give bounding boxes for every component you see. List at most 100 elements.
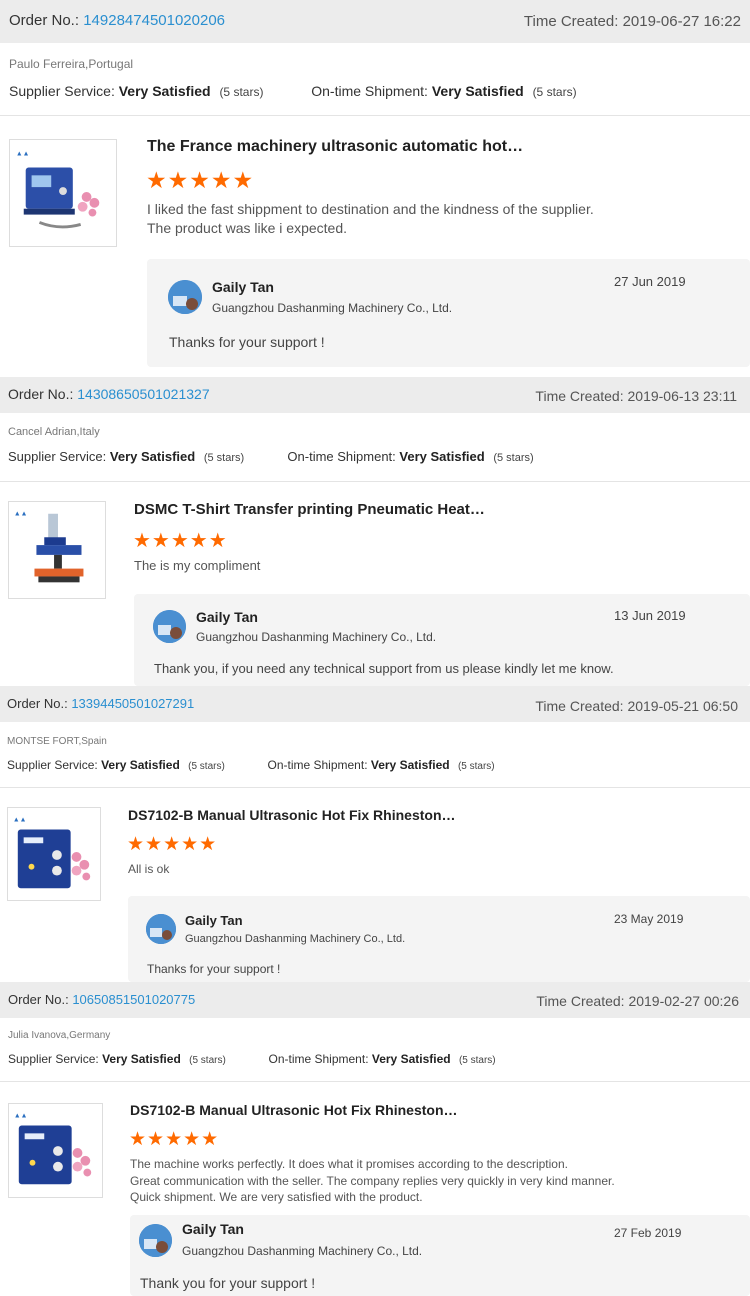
supplier-service-stars: (5 stars) xyxy=(189,1055,226,1066)
order-number-link[interactable]: 14308650501021327 xyxy=(77,386,209,402)
supplier-service-stars: (5 stars) xyxy=(188,761,225,772)
review-text: The is my compliment xyxy=(134,558,261,573)
supplier-service-value: Very Satisfied xyxy=(101,758,180,772)
product-thumbnail[interactable]: ▲▲ xyxy=(9,139,117,247)
order-card: Order No.: 14928474501020206 Time Create… xyxy=(0,0,750,377)
product-thumbnail[interactable]: ▲▲ xyxy=(7,807,101,901)
supplier-service-value: Very Satisfied xyxy=(102,1052,181,1066)
supplier-reply: Gaily Tan Guangzhou Dashanming Machinery… xyxy=(128,896,750,982)
ontime-shipment-stars: (5 stars) xyxy=(458,1055,496,1066)
svg-text:▲▲: ▲▲ xyxy=(14,1113,28,1120)
ontime-shipment-value: Very Satisfied xyxy=(371,1052,451,1066)
time-created-label: Time Created: xyxy=(535,388,624,404)
rating-stars: ★★★★★ xyxy=(133,530,228,552)
order-no-label: Order No.: xyxy=(8,992,69,1007)
order-header: Order No.: 10650851501020775 Time Create… xyxy=(0,982,750,1018)
buyer-name: Cancel Adrian,Italy xyxy=(8,426,100,438)
reply-author-name: Gaily Tan xyxy=(212,279,274,295)
ontime-shipment-label: On-time Shipment: xyxy=(311,83,428,99)
svg-text:▲▲: ▲▲ xyxy=(13,817,27,824)
product-title-link[interactable]: The France machinery ultrasonic automati… xyxy=(147,138,523,156)
supplier-reply: Gaily Tan Guangzhou Dashanming Machinery… xyxy=(147,259,750,367)
order-no-label: Order No.: xyxy=(8,386,74,402)
reply-company: Guangzhou Dashanming Machinery Co., Ltd. xyxy=(212,301,453,315)
supplier-ratings: Supplier Service: Very Satisfied (5 star… xyxy=(8,1052,496,1066)
time-created-value: 2019-06-13 23:11 xyxy=(627,388,738,404)
order-header: Order No.: 13394450501027291 Time Create… xyxy=(0,686,750,722)
order-number-link[interactable]: 10650851501020775 xyxy=(72,992,195,1007)
review-text: I liked the fast shippment to destinatio… xyxy=(147,201,594,236)
time-created-value: 2019-06-27 16:22 xyxy=(622,13,741,30)
supplier-service-label: Supplier Service: xyxy=(9,83,115,99)
rating-stars: ★★★★★ xyxy=(127,834,218,855)
order-number-link[interactable]: 14928474501020206 xyxy=(83,12,225,29)
review-text: All is ok xyxy=(128,862,170,876)
buyer-name: Julia Ivanova,Germany xyxy=(8,1030,111,1041)
supplier-service-label: Supplier Service: xyxy=(8,449,107,464)
ultrasonic-machine-image: ▲▲ xyxy=(16,151,100,229)
time-created-value: 2019-05-21 06:50 xyxy=(627,698,738,714)
product-thumbnail[interactable]: ▲▲ xyxy=(8,501,106,599)
supplier-ratings: Supplier Service: Very Satisfied (5 star… xyxy=(9,83,577,99)
supplier-service-stars: (5 stars) xyxy=(219,85,264,99)
reply-author-name: Gaily Tan xyxy=(182,1221,244,1237)
reply-date: 27 Feb 2019 xyxy=(614,1226,682,1240)
ontime-shipment-value: Very Satisfied xyxy=(431,83,524,99)
product-title-link[interactable]: DS7102-B Manual Ultrasonic Hot Fix Rhine… xyxy=(128,807,456,823)
product-title-link[interactable]: DS7102-B Manual Ultrasonic Hot Fix Rhine… xyxy=(130,1102,458,1118)
avatar xyxy=(153,610,186,643)
order-no-label: Order No.: xyxy=(9,12,80,29)
buyer-name: MONTSE FORT,Spain xyxy=(7,736,107,747)
ultrasonic-machine-image: ▲▲ xyxy=(14,1113,92,1185)
reply-date: 13 Jun 2019 xyxy=(614,608,686,623)
supplier-reply: Gaily Tan Guangzhou Dashanming Machinery… xyxy=(134,594,750,686)
time-created-value: 2019-02-27 00:26 xyxy=(628,993,739,1009)
order-card: Order No.: 14308650501021327 Time Create… xyxy=(0,377,750,686)
supplier-service-value: Very Satisfied xyxy=(118,83,211,99)
ontime-shipment-value: Very Satisfied xyxy=(370,758,450,772)
reply-text: Thank you, if you need any technical sup… xyxy=(154,661,614,676)
supplier-service-label: Supplier Service: xyxy=(8,1052,99,1066)
divider xyxy=(0,115,750,116)
supplier-service-stars: (5 stars) xyxy=(203,452,245,464)
supplier-service-label: Supplier Service: xyxy=(7,758,98,772)
ontime-shipment-value: Very Satisfied xyxy=(399,449,485,464)
reply-author-name: Gaily Tan xyxy=(196,609,258,625)
divider xyxy=(0,481,750,482)
product-title-link[interactable]: DSMC T-Shirt Transfer printing Pneumatic… xyxy=(134,501,485,518)
reply-company: Guangzhou Dashanming Machinery Co., Ltd. xyxy=(196,630,437,644)
reply-date: 27 Jun 2019 xyxy=(614,274,686,289)
time-created-label: Time Created: xyxy=(535,698,624,714)
order-header: Order No.: 14928474501020206 Time Create… xyxy=(0,0,750,43)
svg-text:▲▲: ▲▲ xyxy=(16,151,30,158)
ultrasonic-machine-image: ▲▲ xyxy=(13,817,91,889)
order-card: Order No.: 10650851501020775 Time Create… xyxy=(0,982,750,1296)
reply-company: Guangzhou Dashanming Machinery Co., Ltd. xyxy=(185,933,406,945)
order-number-link[interactable]: 13394450501027291 xyxy=(71,696,194,711)
divider xyxy=(0,787,750,788)
ontime-shipment-stars: (5 stars) xyxy=(493,452,534,464)
order-header: Order No.: 14308650501021327 Time Create… xyxy=(0,377,750,413)
reply-text: Thank you for your support ! xyxy=(140,1275,316,1291)
time-created-label: Time Created: xyxy=(523,13,619,30)
review-text: The machine works perfectly. It does wha… xyxy=(130,1157,615,1204)
supplier-ratings: Supplier Service: Very Satisfied (5 star… xyxy=(8,449,534,464)
avatar xyxy=(139,1224,172,1257)
rating-stars: ★★★★★ xyxy=(129,1129,220,1150)
reply-text: Thanks for your support ! xyxy=(147,962,281,976)
ontime-shipment-label: On-time Shipment: xyxy=(267,758,368,772)
svg-text:▲▲: ▲▲ xyxy=(14,511,28,518)
rating-stars: ★★★★★ xyxy=(146,167,255,193)
reply-author-name: Gaily Tan xyxy=(185,913,243,928)
heat-press-image: ▲▲ xyxy=(14,511,84,583)
avatar xyxy=(146,914,176,944)
ontime-shipment-stars: (5 stars) xyxy=(457,761,495,772)
order-no-label: Order No.: xyxy=(7,696,68,711)
avatar xyxy=(168,280,202,314)
buyer-name: Paulo Ferreira,Portugal xyxy=(9,57,134,71)
supplier-ratings: Supplier Service: Very Satisfied (5 star… xyxy=(7,758,495,772)
product-thumbnail[interactable]: ▲▲ xyxy=(8,1103,103,1198)
ontime-shipment-label: On-time Shipment: xyxy=(268,1052,369,1066)
ontime-shipment-label: On-time Shipment: xyxy=(287,449,396,464)
ontime-shipment-stars: (5 stars) xyxy=(532,85,577,99)
